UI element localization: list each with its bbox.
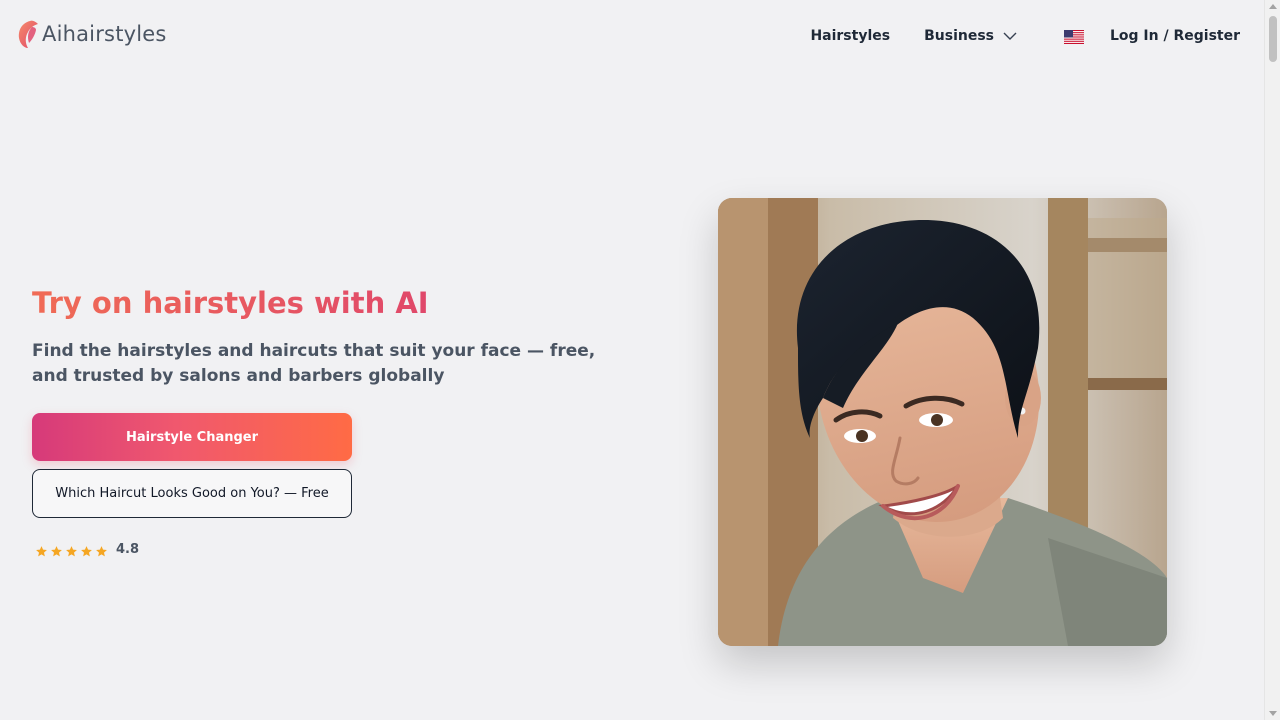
rating-stars	[35, 543, 108, 557]
rating: 4.8	[35, 542, 139, 557]
hero-photo	[718, 198, 1167, 646]
hero-title: Try on hairstyles with AI	[32, 286, 429, 320]
scroll-down-icon[interactable]	[1269, 711, 1277, 716]
star-icon	[65, 543, 78, 557]
hairstyle-changer-button[interactable]: Hairstyle Changer	[32, 413, 352, 461]
star-icon	[35, 543, 48, 557]
star-icon	[80, 543, 93, 557]
star-icon	[50, 543, 63, 557]
login-register-link[interactable]: Log In / Register	[1110, 28, 1240, 44]
haircut-quiz-button[interactable]: Which Haircut Looks Good on You? — Free	[32, 469, 352, 518]
scroll-thumb[interactable]	[1269, 16, 1277, 62]
logo-link[interactable]: Aihairstyles	[16, 18, 167, 50]
scroll-up-icon[interactable]	[1269, 4, 1277, 9]
nav-business-dropdown[interactable]: Business	[924, 28, 1018, 44]
logo-text: Aihairstyles	[42, 22, 167, 46]
page-scrollbar[interactable]	[1264, 0, 1280, 720]
chevron-down-icon	[1002, 28, 1018, 44]
main-nav: Hairstyles Business Log In / Register	[810, 0, 1240, 72]
star-icon	[95, 543, 108, 557]
us-flag-icon[interactable]	[1064, 29, 1084, 44]
logo-icon	[16, 18, 40, 50]
nav-hairstyles-link[interactable]: Hairstyles	[810, 28, 890, 44]
rating-value: 4.8	[116, 542, 140, 557]
nav-business-label: Business	[924, 28, 994, 44]
hero-subtitle: Find the hairstyles and haircuts that su…	[32, 341, 596, 386]
site-header: Aihairstyles Hairstyles Business Log In …	[0, 0, 1264, 72]
